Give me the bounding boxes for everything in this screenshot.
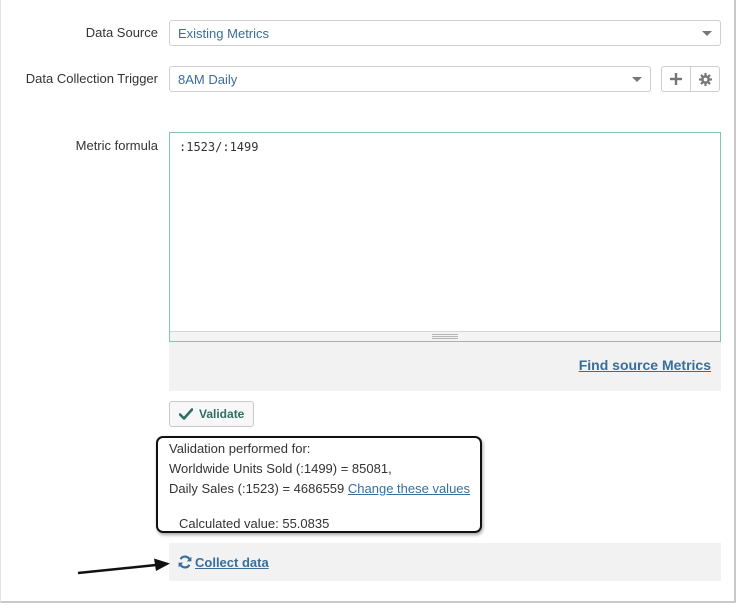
resize-handle[interactable] <box>170 331 720 341</box>
add-trigger-button[interactable] <box>662 67 690 91</box>
checkmark-icon <box>179 408 193 420</box>
collect-data-link[interactable]: Collect data <box>195 555 269 570</box>
trigger-label: Data Collection Trigger <box>25 71 158 86</box>
trigger-value: 8AM Daily <box>178 72 238 87</box>
refresh-icon <box>178 555 192 569</box>
arrow-annotation-icon <box>77 558 170 575</box>
chevron-down-icon <box>632 77 642 82</box>
chevron-down-icon <box>702 31 712 36</box>
find-source-metrics-link[interactable]: Find source Metrics <box>579 357 711 373</box>
validate-button[interactable]: Validate <box>169 401 255 427</box>
validate-label: Validate <box>199 407 245 421</box>
formula-text: :1523/:1499 <box>179 140 259 154</box>
trigger-settings-button[interactable] <box>690 67 719 91</box>
highlight-box <box>156 436 482 533</box>
trigger-select[interactable]: 8AM Daily <box>169 66 651 92</box>
formula-label: Metric formula <box>75 138 158 153</box>
gear-icon <box>698 72 712 86</box>
plus-icon <box>670 73 682 85</box>
grip-icon <box>432 334 458 339</box>
data-source-select[interactable]: Existing Metrics <box>169 20 721 46</box>
data-source-label: Data Source <box>85 25 158 40</box>
formula-toolbar: Find source Metrics <box>169 342 721 391</box>
data-source-value: Existing Metrics <box>178 26 270 41</box>
formula-textarea[interactable]: :1523/:1499 <box>169 132 721 342</box>
trigger-actions <box>661 66 720 92</box>
